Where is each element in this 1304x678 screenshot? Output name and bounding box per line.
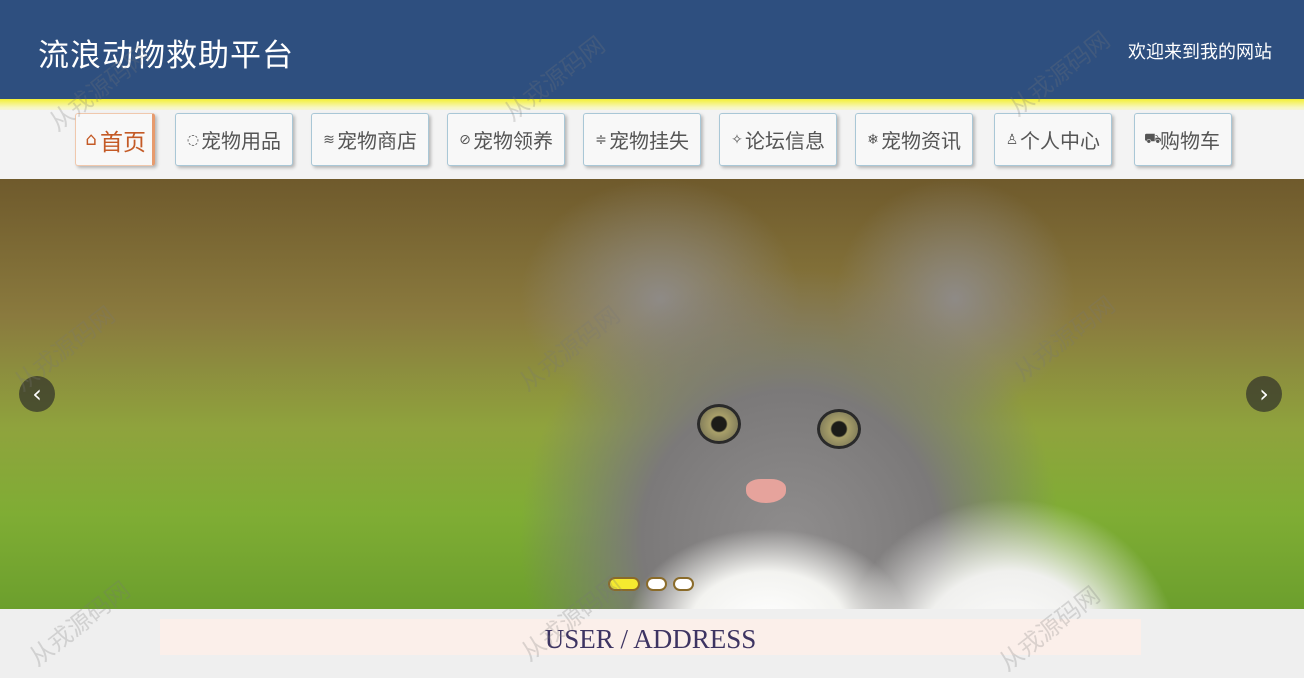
- nav-item-label: 购物车: [1160, 129, 1220, 153]
- welcome-text: 欢迎来到我的网站: [1128, 42, 1272, 63]
- user-address-section: USER / ADDRESS: [160, 619, 1141, 655]
- nav-item-label: 宠物资讯: [881, 129, 961, 153]
- nav-item-lost-pets[interactable]: ≑ 宠物挂失: [583, 113, 701, 166]
- nav-item-label: 宠物商店: [337, 129, 417, 153]
- nav-item-home[interactable]: ⌂ 首页: [75, 113, 155, 166]
- carousel-indicator-2[interactable]: [646, 577, 667, 591]
- palette-icon: ◌: [186, 131, 200, 148]
- nav-item-pet-supplies[interactable]: ◌ 宠物用品: [175, 113, 293, 166]
- site-title[interactable]: 流浪动物救助平台: [38, 30, 294, 75]
- layers-icon: ≋: [323, 131, 335, 148]
- carousel-prev-button[interactable]: ‹: [19, 376, 55, 412]
- nav-item-label: 宠物用品: [201, 129, 281, 153]
- carousel-indicator-1[interactable]: [608, 577, 640, 591]
- nav-item-label: 个人中心: [1020, 129, 1100, 153]
- nav-item-label: 首页: [100, 129, 146, 156]
- kitten-eye-right: [817, 409, 861, 449]
- nav-item-label: 宠物挂失: [609, 129, 689, 153]
- carousel-indicator-3[interactable]: [673, 577, 694, 591]
- kitten-eye-left: [697, 404, 741, 444]
- home-icon: ⌂: [85, 129, 97, 150]
- kitten-nose: [746, 479, 786, 503]
- chevron-left-icon: ‹: [32, 380, 42, 408]
- section-title: USER / ADDRESS: [544, 624, 757, 654]
- nav-item-label: 论坛信息: [745, 129, 825, 153]
- nav-item-pet-adoption[interactable]: ⊘ 宠物领养: [447, 113, 565, 166]
- nav-item-forum[interactable]: ✧ 论坛信息: [719, 113, 837, 166]
- nav-item-cart[interactable]: ⛟ 购物车: [1134, 113, 1232, 166]
- carousel-indicators: [608, 577, 694, 591]
- chevron-right-icon: ›: [1259, 380, 1269, 408]
- nav-item-user-center[interactable]: ♙ 个人中心: [994, 113, 1112, 166]
- tag-icon: ⊘: [459, 131, 471, 148]
- site-header: 流浪动物救助平台 欢迎来到我的网站: [0, 0, 1304, 99]
- carousel-next-button[interactable]: ›: [1246, 376, 1282, 412]
- user-icon: ♙: [1005, 131, 1019, 148]
- carousel-slide-image: [0, 179, 1304, 609]
- sparkle-icon: ✧: [731, 131, 743, 148]
- hero-carousel[interactable]: ‹ ›: [0, 179, 1304, 609]
- sliders-icon: ≑: [595, 131, 607, 148]
- main-nav: ⌂ 首页 ◌ 宠物用品 ≋ 宠物商店 ⊘ 宠物领养 ≑ 宠物挂失 ✧ 论坛信息 …: [0, 110, 1304, 179]
- snowflake-icon: ❄: [867, 131, 879, 148]
- cart-icon: ⛟: [1144, 130, 1162, 147]
- nav-item-pet-news[interactable]: ❄ 宠物资讯: [855, 113, 973, 166]
- nav-item-label: 宠物领养: [473, 129, 553, 153]
- nav-item-pet-shop[interactable]: ≋ 宠物商店: [311, 113, 429, 166]
